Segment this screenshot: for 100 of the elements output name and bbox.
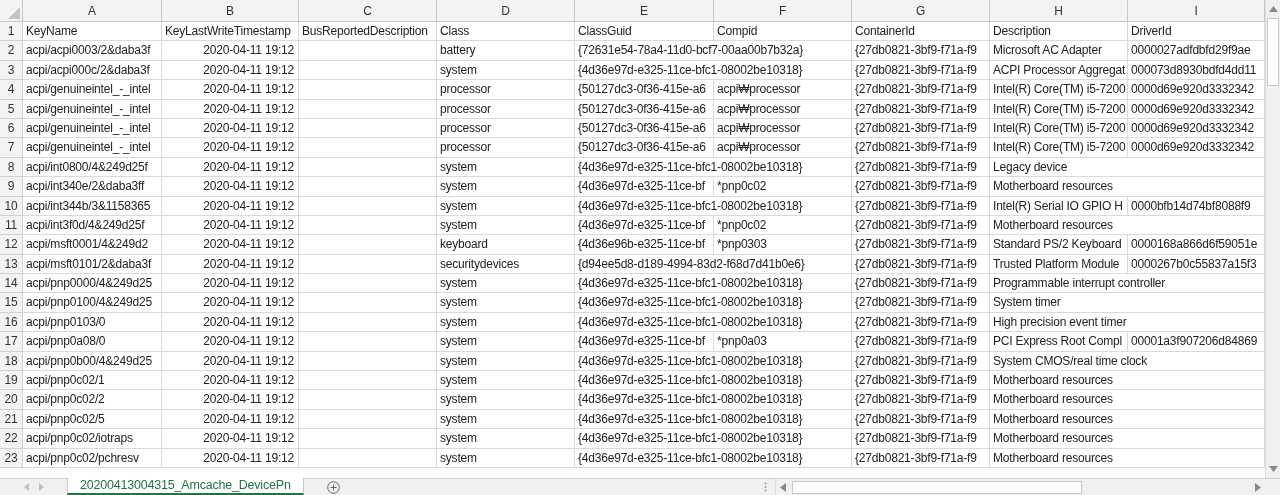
- column-header[interactable]: H: [990, 0, 1128, 22]
- table-cell: {27db0821-3bf9-f71a-f9: [852, 177, 990, 197]
- table-cell: system: [437, 371, 575, 391]
- table-cell: {27db0821-3bf9-f71a-f9: [852, 254, 990, 275]
- table-cell: 2020-04-11 19:12: [162, 235, 299, 255]
- table-cell: {4d36e97d-e325-11ce-bf: [575, 215, 714, 236]
- table-cell: 2020-04-11 19:12: [162, 274, 299, 294]
- table-cell: acpi/genuineintel_-_intel: [23, 118, 162, 139]
- table-cell: *pnp0c02: [714, 215, 852, 236]
- table-cell: {4d36e97d-e325-11ce-bfc1-08002be10318}: [575, 274, 852, 294]
- scroll-up-arrow-icon: [1268, 6, 1278, 12]
- table-cell: keyboard: [437, 235, 575, 255]
- table-cell: acpi/int3f0d/4&249d25f: [23, 215, 162, 236]
- table-cell: Programmable interrupt controller: [990, 274, 1265, 294]
- add-sheet-icon[interactable]: [327, 480, 341, 494]
- table-cell: {27db0821-3bf9-f71a-f9: [852, 371, 990, 391]
- column-header[interactable]: I: [1128, 0, 1265, 22]
- select-all-button[interactable]: [0, 0, 23, 22]
- table-cell: {72631e54-78a4-11d0-bcf7-00aa00b7b32a}: [575, 41, 852, 61]
- table-cell: {4d36e97d-e325-11ce-bfc1-08002be10318}: [575, 409, 852, 430]
- table-cell: acpi/pnp0b00/4&249d25: [23, 351, 162, 372]
- table-cell: system: [437, 196, 575, 216]
- table-cell: acpi/acpi000c/2&daba3f: [23, 60, 162, 81]
- table-cell: acpi/msft0101/2&daba3f: [23, 254, 162, 275]
- table-cell: acpi₩processor: [714, 138, 852, 158]
- table-cell: system: [437, 409, 575, 430]
- column-header[interactable]: G: [852, 0, 990, 22]
- table-cell: Motherboard resources: [990, 448, 1265, 468]
- table-cell: {4d36e97d-e325-11ce-bfc1-08002be10318}: [575, 390, 852, 410]
- table-cell: acpi/pnp0c02/2: [23, 390, 162, 410]
- previous-sheet-icon[interactable]: [23, 483, 29, 491]
- column-title: BusReportedDescription: [299, 22, 437, 42]
- table-cell: 2020-04-11 19:12: [162, 332, 299, 352]
- table-cell: acpi/int340e/2&daba3ff: [23, 177, 162, 197]
- column-header[interactable]: F: [714, 0, 852, 22]
- row-header[interactable]: 22: [0, 429, 23, 449]
- table-cell: processor: [437, 80, 575, 100]
- row-header[interactable]: 2: [0, 41, 23, 61]
- table-cell: acpi/pnp0000/4&249d25: [23, 274, 162, 294]
- table-cell: system: [437, 390, 575, 410]
- column-header[interactable]: E: [575, 0, 714, 22]
- table-cell: {4d36e97d-e325-11ce-bfc1-08002be10318}: [575, 351, 852, 372]
- table-cell: 2020-04-11 19:12: [162, 409, 299, 430]
- table-cell: 2020-04-11 19:12: [162, 371, 299, 391]
- row-header[interactable]: 20: [0, 390, 23, 410]
- table-cell: acpi/pnp0100/4&249d25: [23, 293, 162, 313]
- table-cell: acpi/pnp0c02/5: [23, 409, 162, 430]
- table-cell: {4d36e97d-e325-11ce-bfc1-08002be10318}: [575, 293, 852, 313]
- table-cell: acpi/genuineintel_-_intel: [23, 99, 162, 119]
- table-cell: {4d36e97d-e325-11ce-bfc1-08002be10318}: [575, 312, 852, 333]
- scroll-down-arrow-icon: [1268, 466, 1278, 472]
- table-cell: Motherboard resources: [990, 215, 1265, 236]
- table-cell: system: [437, 293, 575, 313]
- row-header[interactable]: 9: [0, 177, 23, 197]
- table-cell: Legacy device: [990, 157, 1265, 178]
- column-title: Class: [437, 22, 575, 42]
- column-header[interactable]: B: [162, 0, 299, 22]
- table-cell: {27db0821-3bf9-f71a-f9: [852, 274, 990, 294]
- table-cell: 2020-04-11 19:12: [162, 118, 299, 139]
- row-header[interactable]: 7: [0, 138, 23, 158]
- row-header[interactable]: 12: [0, 235, 23, 255]
- row-header[interactable]: 17: [0, 332, 23, 352]
- table-cell: {27db0821-3bf9-f71a-f9: [852, 351, 990, 372]
- table-cell: securitydevices: [437, 254, 575, 275]
- table-cell: 2020-04-11 19:12: [162, 80, 299, 100]
- table-cell: {4d36e97d-e325-11ce-bfc1-08002be10318}: [575, 157, 852, 178]
- table-cell: {50127dc3-0f36-415e-a6: [575, 138, 714, 158]
- row-header[interactable]: 19: [0, 371, 23, 391]
- table-cell: {50127dc3-0f36-415e-a6: [575, 80, 714, 100]
- column-header[interactable]: D: [437, 0, 575, 22]
- table-cell: system: [437, 332, 575, 352]
- row-header[interactable]: 14: [0, 274, 23, 294]
- table-cell: processor: [437, 99, 575, 119]
- scrollbar-thumb[interactable]: [1267, 18, 1279, 86]
- table-cell: *pnp0303: [714, 235, 852, 255]
- table-cell: acpi/pnp0c02/pchresv: [23, 448, 162, 468]
- table-cell: acpi₩processor: [714, 80, 852, 100]
- splitter-handle-icon[interactable]: [764, 482, 767, 492]
- column-header[interactable]: C: [299, 0, 437, 22]
- row-header[interactable]: 4: [0, 80, 23, 100]
- table-cell: {4d36e96b-e325-11ce-bf: [575, 235, 714, 255]
- table-cell: {50127dc3-0f36-415e-a6: [575, 118, 714, 139]
- table-cell: Motherboard resources: [990, 371, 1265, 391]
- vertical-scrollbar[interactable]: [1265, 0, 1280, 478]
- table-cell: {27db0821-3bf9-f71a-f9: [852, 138, 990, 158]
- table-cell: 2020-04-11 19:12: [162, 138, 299, 158]
- table-cell: acpi/pnp0103/0: [23, 312, 162, 333]
- table-cell: system: [437, 448, 575, 468]
- scrollbar-thumb[interactable]: [792, 480, 1082, 494]
- table-cell: system: [437, 351, 575, 372]
- sheet-tab[interactable]: 20200413004315_Amcache_DevicePn: [67, 478, 304, 495]
- column-title: Description: [990, 22, 1128, 42]
- table-cell: {27db0821-3bf9-f71a-f9: [852, 215, 990, 236]
- row-header[interactable]: 1: [0, 22, 23, 42]
- column-header[interactable]: A: [23, 0, 162, 22]
- table-cell: acpi₩processor: [714, 118, 852, 139]
- row-header[interactable]: 15: [0, 293, 23, 313]
- table-cell: System CMOS/real time clock: [990, 351, 1265, 372]
- column-title: KeyName: [23, 22, 162, 42]
- next-sheet-icon[interactable]: [38, 483, 44, 491]
